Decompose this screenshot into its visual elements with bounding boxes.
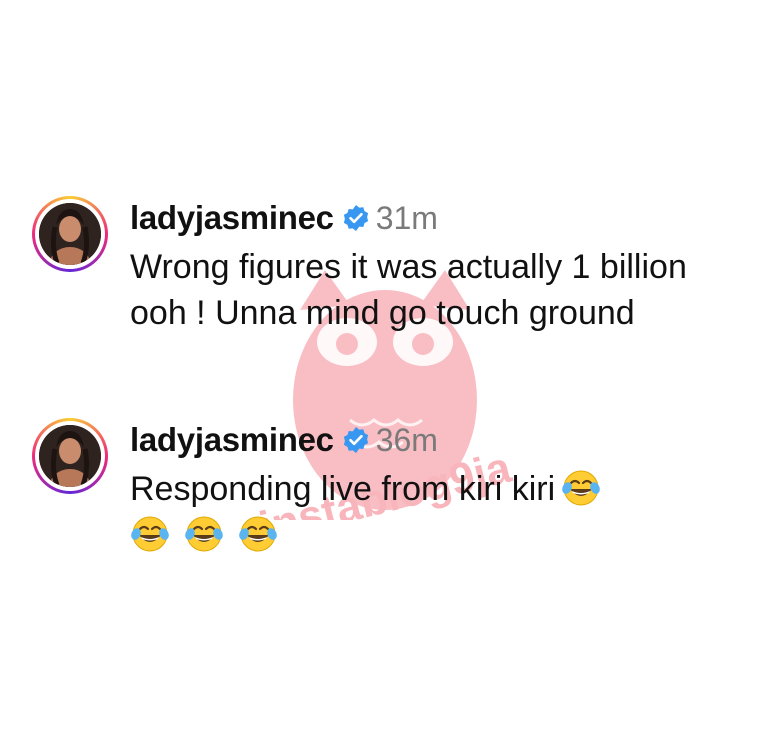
verified-badge-icon: [343, 427, 368, 453]
avatar[interactable]: [39, 203, 101, 265]
comment-timestamp: 31m: [375, 199, 438, 236]
comment-text: Responding live from kiri kiri: [130, 466, 730, 558]
avatar-story-ring[interactable]: [32, 418, 108, 494]
laughing-tears-emoji-icon: [184, 514, 224, 554]
username[interactable]: ladyjasminec: [130, 421, 334, 459]
comment: ladyjasminec 36m Responding live from ki…: [32, 418, 730, 558]
laughing-tears-emoji-icon: [561, 468, 601, 508]
laughing-tears-emoji-icon: [238, 514, 278, 554]
verified-badge-icon: [343, 205, 368, 231]
emoji-row: [130, 512, 730, 558]
laughing-tears-emoji-icon: [130, 514, 170, 554]
avatar[interactable]: [39, 425, 101, 487]
comment: ladyjasminec 31m Wrong figures it was ac…: [32, 196, 730, 336]
comment-text: Wrong figures it was actually 1 billion …: [130, 248, 687, 332]
comment-text-content: Responding live from kiri kiri: [130, 470, 556, 508]
comment-timestamp: 36m: [375, 421, 438, 458]
avatar-story-ring[interactable]: [32, 196, 108, 272]
username[interactable]: ladyjasminec: [130, 199, 334, 237]
